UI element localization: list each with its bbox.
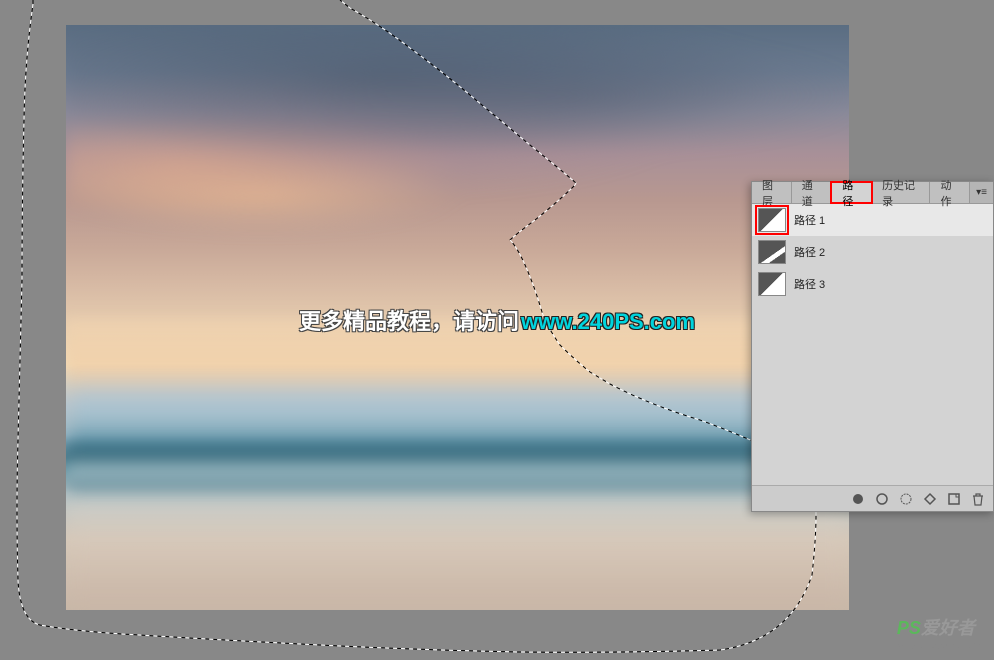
path-label-3: 路径 3 — [794, 276, 825, 292]
paths-panel: 图层 通道 路径 历史记录 动作 ▾≡ 路径 1 路径 2 路径 3 — [751, 181, 994, 512]
watermark-url: www.psahz.com — [897, 640, 982, 652]
new-path-icon[interactable] — [947, 492, 961, 506]
path-item-1[interactable]: 路径 1 — [752, 204, 993, 236]
path-thumbnail-3 — [758, 272, 786, 296]
bottom-watermark: PS爱好者 www.psahz.com — [897, 614, 982, 652]
ocean-area — [66, 388, 849, 610]
tab-history[interactable]: 历史记录 — [872, 182, 930, 203]
watermark-text-url: www.240PS.com — [521, 309, 695, 335]
path-thumbnail-1 — [758, 208, 786, 232]
path-label-1: 路径 1 — [794, 212, 825, 228]
watermark-text-cn: 更多精品教程，请访问 — [299, 304, 519, 336]
tab-layers[interactable]: 图层 — [752, 182, 792, 203]
delete-path-icon[interactable] — [971, 492, 985, 506]
path-item-3[interactable]: 路径 3 — [752, 268, 993, 300]
watermark-ps: PS — [897, 618, 921, 638]
path-item-2[interactable]: 路径 2 — [752, 236, 993, 268]
stroke-path-icon[interactable] — [875, 492, 889, 506]
panel-menu-icon[interactable]: ▾≡ — [970, 182, 993, 203]
wave-line — [66, 446, 849, 493]
watermark-rest: 爱好者 — [921, 618, 975, 638]
make-workpath-icon[interactable] — [923, 492, 937, 506]
panel-footer — [752, 485, 993, 511]
load-selection-icon[interactable] — [899, 492, 913, 506]
path-label-2: 路径 2 — [794, 244, 825, 260]
path-thumbnail-2 — [758, 240, 786, 264]
panel-tab-bar: 图层 通道 路径 历史记录 动作 ▾≡ — [752, 182, 993, 204]
fill-path-icon[interactable] — [851, 492, 865, 506]
paths-list: 路径 1 路径 2 路径 3 — [752, 204, 993, 474]
center-watermark: 更多精品教程，请访问 www.240PS.com — [299, 304, 695, 336]
tab-paths[interactable]: 路径 — [830, 181, 873, 204]
tab-actions[interactable]: 动作 — [930, 182, 970, 203]
tab-channels[interactable]: 通道 — [792, 182, 832, 203]
